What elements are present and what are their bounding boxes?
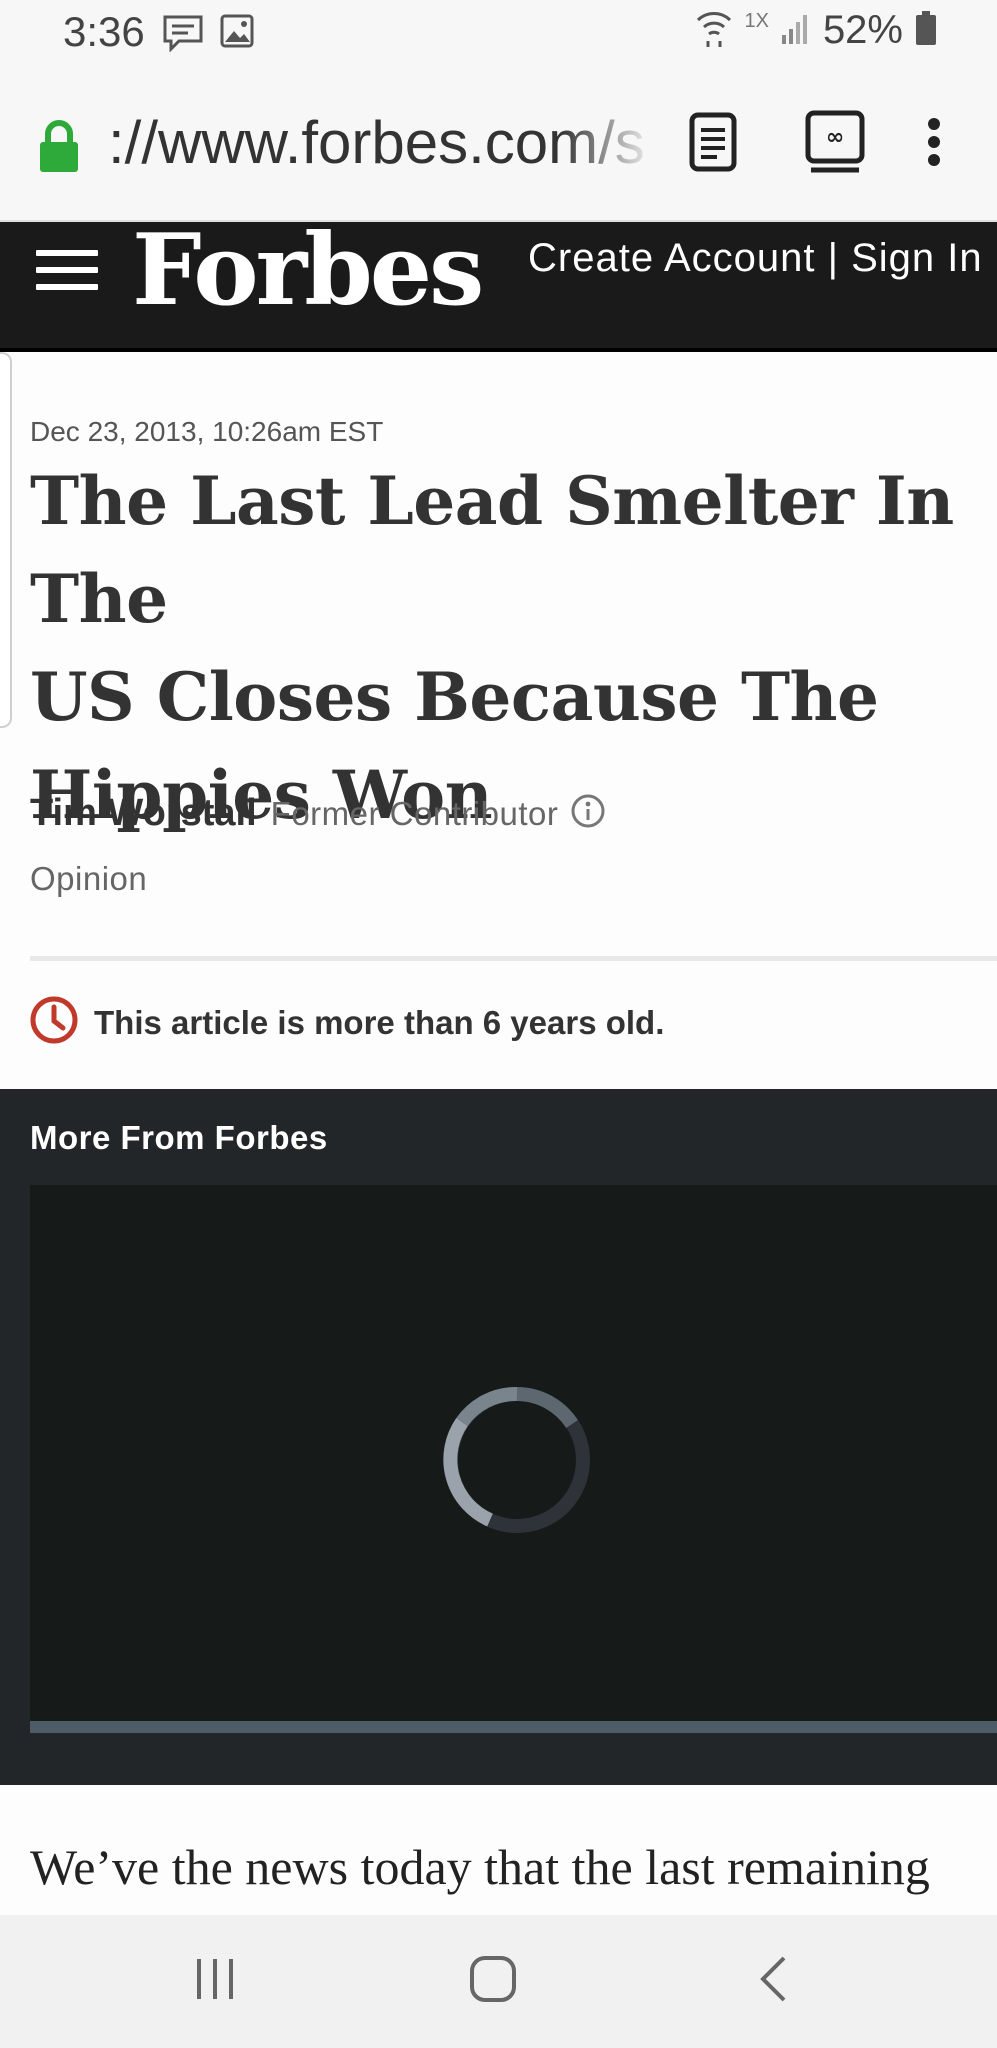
battery-icon bbox=[915, 10, 937, 51]
video-progress-bar[interactable] bbox=[30, 1721, 997, 1733]
article-dateline: Dec 23, 2013, 10:26am EST bbox=[30, 416, 384, 447]
wifi-icon bbox=[696, 8, 732, 53]
forbes-logo[interactable]: Forbes bbox=[132, 222, 484, 320]
lock-icon[interactable] bbox=[38, 120, 80, 179]
article-header: Dec 23, 2013, 10:26am EST The Last Lead … bbox=[0, 352, 997, 1087]
more-from-title: More From Forbes bbox=[30, 1119, 328, 1156]
system-nav-bar bbox=[0, 1915, 997, 2048]
video-player[interactable] bbox=[30, 1185, 997, 1733]
home-icon bbox=[469, 1955, 517, 2008]
more-options-button[interactable] bbox=[904, 108, 964, 180]
battery-percent: 52% bbox=[822, 8, 903, 52]
recent-apps-icon bbox=[193, 1957, 237, 2006]
more-options-icon bbox=[927, 117, 941, 172]
back-button[interactable] bbox=[743, 1951, 803, 2011]
more-from-forbes: More From Forbes bbox=[0, 1089, 997, 1785]
tab-switcher-button[interactable]: ∞ bbox=[795, 108, 875, 180]
status-right: 1X 52% bbox=[696, 8, 937, 53]
reader-mode-icon bbox=[689, 112, 737, 177]
home-button[interactable] bbox=[463, 1951, 523, 2011]
svg-text:∞: ∞ bbox=[826, 125, 844, 150]
network-type-label: 1X bbox=[744, 10, 769, 32]
clock-icon bbox=[30, 996, 78, 1049]
url-fade bbox=[560, 108, 655, 178]
headline-line-2: US Closes Because The bbox=[30, 658, 879, 736]
account-links[interactable]: Create Account | Sign In bbox=[528, 236, 983, 281]
side-panel-handle[interactable] bbox=[0, 352, 12, 728]
message-icon bbox=[162, 14, 204, 57]
status-bar: 3:36 1X 52% bbox=[0, 0, 997, 68]
section-label[interactable]: Opinion bbox=[30, 860, 147, 898]
divider bbox=[30, 956, 997, 961]
author-name[interactable]: Tim Worstall bbox=[30, 792, 257, 835]
author-role: Former Contributor bbox=[270, 794, 559, 832]
signal-icon bbox=[781, 11, 811, 50]
tab-switcher-icon: ∞ bbox=[805, 110, 865, 179]
reader-mode-button[interactable] bbox=[678, 108, 748, 180]
back-icon bbox=[758, 1955, 788, 2008]
article-age-text: This article is more than 6 years old. bbox=[94, 1003, 665, 1041]
article-age-notice: This article is more than 6 years old. bbox=[30, 996, 664, 1049]
info-icon[interactable] bbox=[570, 793, 606, 834]
loading-spinner-icon bbox=[442, 1385, 592, 1540]
recent-apps-button[interactable] bbox=[185, 1951, 245, 2011]
headline-line-1: The Last Lead Smelter In The bbox=[30, 462, 954, 638]
browser-toolbar: ://www.forbes.com/sites/timworstall ∞ bbox=[0, 68, 997, 222]
status-time: 3:36 bbox=[63, 8, 145, 55]
image-icon bbox=[220, 14, 254, 53]
site-header: Forbes Create Account | Sign In bbox=[0, 222, 997, 352]
article-body-first-line: We’ve the news today that the last remai… bbox=[30, 1839, 930, 1895]
menu-icon[interactable] bbox=[36, 244, 98, 296]
article-headline: The Last Lead Smelter In The US Closes B… bbox=[30, 452, 990, 844]
byline: Tim Worstall Former Contributor bbox=[30, 792, 606, 835]
